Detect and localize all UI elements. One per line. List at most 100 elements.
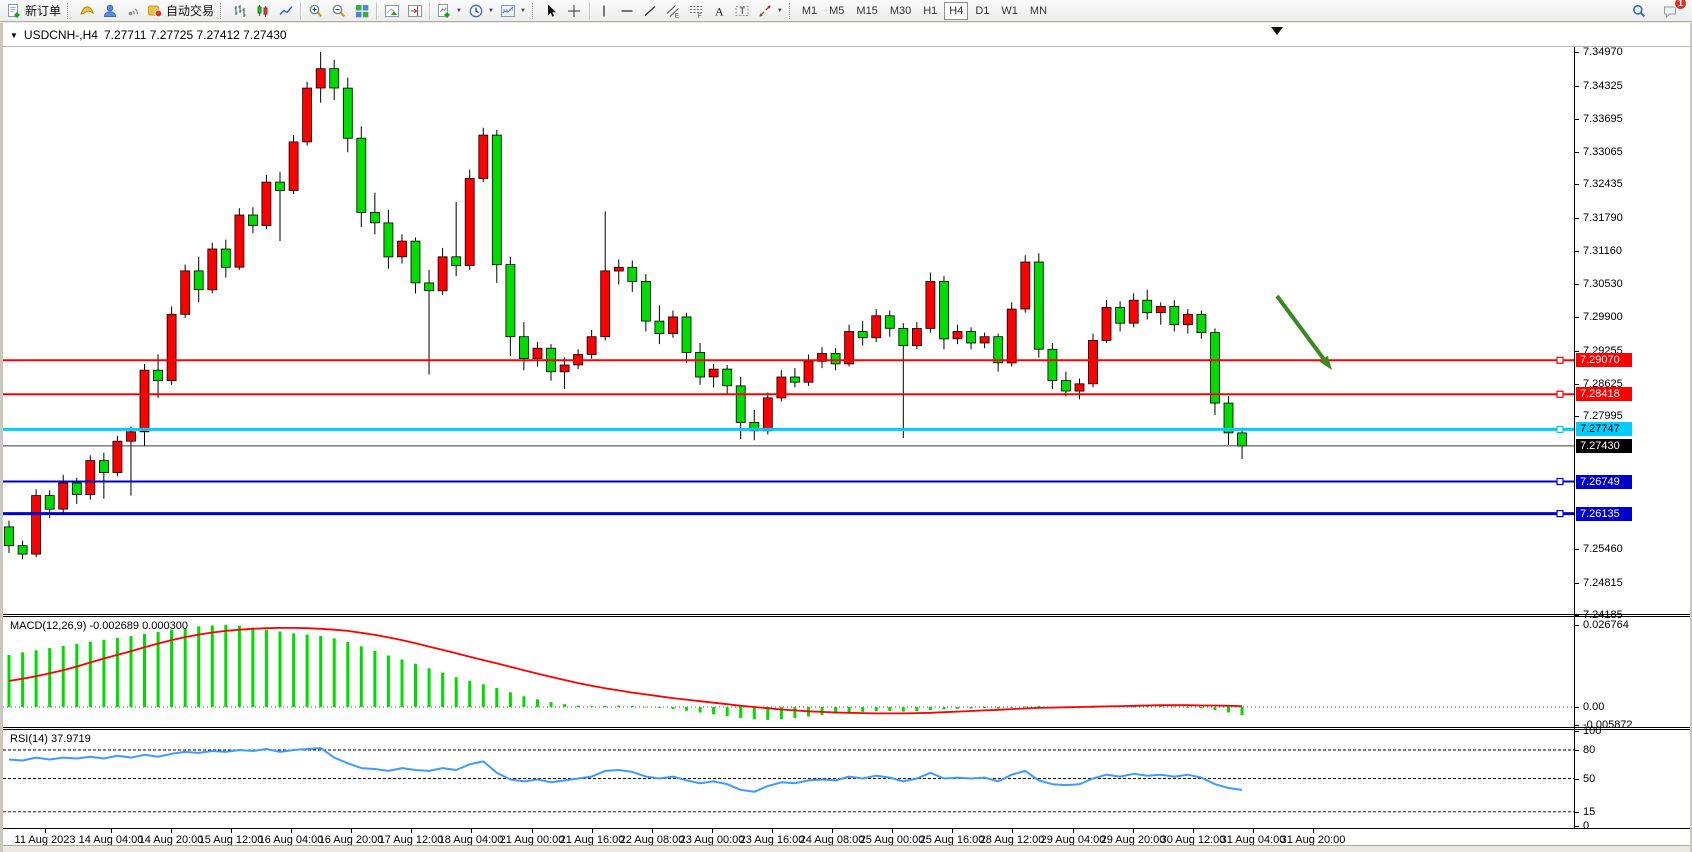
price-axis[interactable]: 7.349707.343257.336957.330657.324357.317… xyxy=(1575,23,1692,852)
macd-tick-label: 0.026764 xyxy=(1575,619,1629,631)
toolbar-grip xyxy=(67,3,71,19)
bar-chart-button[interactable] xyxy=(228,1,251,21)
zoom-out-button[interactable] xyxy=(327,1,350,21)
time-tick xyxy=(171,829,172,833)
price-tick-label: 7.30530 xyxy=(1575,278,1623,290)
macd-plot[interactable] xyxy=(3,617,1574,727)
price-tick-label: 7.31160 xyxy=(1575,245,1622,257)
zoom-in-icon xyxy=(308,3,324,19)
svg-text:T: T xyxy=(740,6,746,16)
auto-scroll-button[interactable] xyxy=(380,1,403,21)
price-line-tag: 7.26135 xyxy=(1576,507,1632,521)
price-tick-label: 7.33695 xyxy=(1575,113,1623,125)
dropdown-arrow-icon: ▼ xyxy=(777,8,783,14)
toolbar-separator xyxy=(300,2,301,20)
chart-symbol-period: USDCNH-,H4 xyxy=(24,28,98,42)
timeframe-button-m1[interactable]: M1 xyxy=(797,2,822,20)
line-chart-icon xyxy=(278,3,294,19)
new-chart-dropdown[interactable]: ▼ xyxy=(433,1,465,21)
time-tick xyxy=(1073,829,1074,833)
candlestick-chart-icon xyxy=(255,3,271,19)
notification-badge: 1 xyxy=(1674,0,1687,10)
price-line-tag: 7.29070 xyxy=(1576,353,1632,367)
time-tick xyxy=(712,829,713,833)
zoom-in-button[interactable] xyxy=(304,1,327,21)
toolbar-grip xyxy=(532,3,536,19)
mt4-application: 新订单 自动交易 xyxy=(0,0,1692,852)
text-label-tool[interactable]: T xyxy=(731,1,754,21)
timeframe-button-d1[interactable]: D1 xyxy=(970,2,994,20)
time-tick xyxy=(471,829,472,833)
channel-tool[interactable]: E xyxy=(662,1,685,21)
notifications-icon[interactable]: 1 xyxy=(1658,1,1681,21)
vertical-line-icon xyxy=(596,3,612,19)
crosshair-button[interactable] xyxy=(563,1,586,21)
trendline-tool[interactable] xyxy=(639,1,662,21)
text-icon: A xyxy=(711,3,727,19)
chart-quotes: 7.27711 7.27725 7.27412 7.27430 xyxy=(104,28,287,42)
price-chart-plot[interactable] xyxy=(3,47,1574,614)
periods-dropdown[interactable]: ▼ xyxy=(465,1,497,21)
timeframe-button-h1[interactable]: H1 xyxy=(918,2,942,20)
tile-windows-icon xyxy=(354,3,370,19)
price-tick-label: 7.33065 xyxy=(1575,146,1623,158)
horizontal-line-tool[interactable] xyxy=(616,1,639,21)
timeframe-button-mn[interactable]: MN xyxy=(1025,2,1052,20)
macd-label: MACD(12,26,9) -0.002689 0.000300 xyxy=(10,620,188,632)
time-tick xyxy=(1012,829,1013,833)
toolbar-separator xyxy=(589,2,590,20)
fibonacci-icon: F xyxy=(688,3,704,19)
crosshair-icon xyxy=(566,3,582,19)
arrows-dropdown[interactable]: ▼ xyxy=(754,1,786,21)
chart-shift-button[interactable] xyxy=(403,1,426,21)
price-tick-label: 7.34325 xyxy=(1575,80,1623,92)
chart-shift-marker[interactable] xyxy=(1271,27,1283,35)
template-icon xyxy=(500,3,516,19)
price-line-tag: 7.27430 xyxy=(1576,439,1632,453)
candlestick-chart-button[interactable] xyxy=(251,1,274,21)
tile-windows-button[interactable] xyxy=(350,1,373,21)
time-tick xyxy=(1313,829,1314,833)
time-tick xyxy=(411,829,412,833)
metaeditor-icon xyxy=(79,3,95,19)
collapse-triangle-icon[interactable]: ▼ xyxy=(10,31,18,40)
horizontal-line-icon xyxy=(619,3,635,19)
timeframe-button-w1[interactable]: W1 xyxy=(996,2,1023,20)
timeframe-button-h4[interactable]: H4 xyxy=(944,2,968,20)
new-order-button[interactable]: 新订单 xyxy=(3,1,64,21)
time-tick xyxy=(291,829,292,833)
price-tick-label: 7.25460 xyxy=(1575,543,1623,555)
templates-dropdown[interactable]: ▼ xyxy=(497,1,529,21)
window-bottom-edge xyxy=(3,845,1690,852)
timeframe-button-m30[interactable]: M30 xyxy=(885,2,916,20)
rsi-plot[interactable] xyxy=(3,730,1574,828)
time-tick xyxy=(111,829,112,833)
cursor-button[interactable] xyxy=(540,1,563,21)
timeframe-button-m5[interactable]: M5 xyxy=(824,2,849,20)
price-tick-label: 7.29900 xyxy=(1575,311,1623,323)
price-line-tag: 7.28418 xyxy=(1576,387,1632,401)
dropdown-arrow-icon: ▼ xyxy=(520,8,526,14)
zoom-out-icon xyxy=(331,3,347,19)
timeframe-button-m15[interactable]: M15 xyxy=(851,2,882,20)
new-chart-icon xyxy=(436,3,452,19)
toolbar-separator xyxy=(429,2,430,20)
time-tick xyxy=(1193,829,1194,833)
toolbar-right: 1 xyxy=(1627,1,1681,21)
search-icon[interactable] xyxy=(1627,1,1650,21)
text-tool[interactable]: A xyxy=(708,1,731,21)
signals-button[interactable] xyxy=(121,1,144,21)
arrow-objects-icon xyxy=(757,3,773,19)
metaeditor-button[interactable] xyxy=(75,1,98,21)
bar-chart-icon xyxy=(232,3,248,19)
auto-scroll-icon xyxy=(384,3,400,19)
autotrading-button[interactable]: 自动交易 xyxy=(144,1,217,21)
line-chart-button[interactable] xyxy=(274,1,297,21)
timeframe-group: M1M5M15M30H1H4D1W1MN xyxy=(797,2,1052,20)
mql5-profile-button[interactable] xyxy=(98,1,121,21)
autotrading-icon xyxy=(147,3,163,19)
vertical-line-tool[interactable] xyxy=(593,1,616,21)
time-tick xyxy=(231,829,232,833)
fibonacci-tool[interactable]: F xyxy=(685,1,708,21)
time-tick xyxy=(952,829,953,833)
